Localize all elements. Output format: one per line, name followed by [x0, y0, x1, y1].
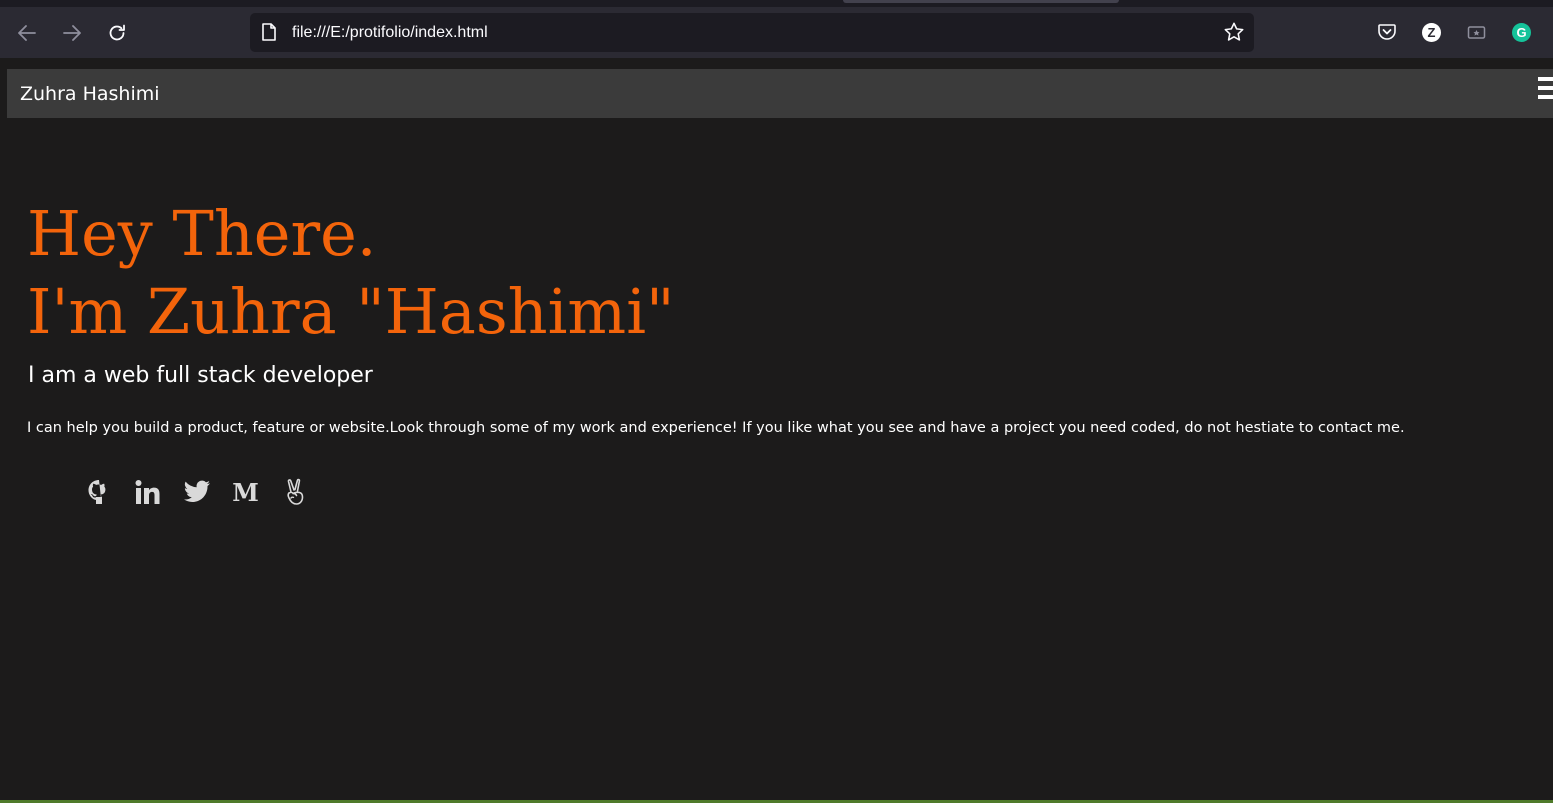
- browser-toolbar: file:///E:/protifolio/index.html Z G: [0, 0, 1553, 58]
- star-icon[interactable]: [1223, 21, 1245, 43]
- reload-button[interactable]: [102, 18, 132, 48]
- linkedin-link[interactable]: [123, 476, 172, 508]
- hero-title-line-2: I'm Zuhra "Hashimi": [27, 275, 675, 348]
- site-navbar: Zuhra Hashimi: [7, 69, 1553, 118]
- social-links: M: [74, 476, 319, 508]
- github-link[interactable]: [74, 476, 123, 508]
- pocket-icon: [1378, 24, 1396, 40]
- medium-icon: M: [232, 477, 259, 507]
- grammarly-icon[interactable]: G: [1512, 23, 1531, 42]
- arrow-right-icon: [63, 25, 81, 41]
- address-bar[interactable]: file:///E:/protifolio/index.html: [250, 13, 1254, 52]
- hamburger-line: [1538, 86, 1553, 90]
- extension-z-icon[interactable]: Z: [1422, 23, 1441, 42]
- tab-strip: [0, 0, 1553, 7]
- linkedin-icon: [135, 480, 159, 504]
- angellist-icon: [286, 478, 303, 505]
- page-icon: [262, 23, 276, 41]
- hero-description: I can help you build a product, feature …: [27, 420, 1405, 436]
- screenshot-extension-icon: [1467, 26, 1486, 39]
- arrow-left-icon: [18, 25, 36, 41]
- extension-screenshot-button[interactable]: [1466, 21, 1488, 43]
- github-icon: [88, 480, 105, 504]
- hamburger-line: [1538, 95, 1553, 99]
- angellist-link[interactable]: [270, 476, 319, 508]
- page-content: Zuhra Hashimi Hey There. I'm Zuhra "Hash…: [0, 58, 1553, 803]
- forward-button[interactable]: [57, 18, 87, 48]
- hamburger-menu-icon[interactable]: [1538, 77, 1553, 101]
- twitter-icon: [183, 480, 210, 502]
- pocket-button[interactable]: [1376, 21, 1398, 43]
- back-button[interactable]: [12, 18, 42, 48]
- active-tab[interactable]: [843, 0, 1119, 3]
- hero-title: Hey There. I'm Zuhra "Hashimi": [27, 195, 675, 351]
- medium-link[interactable]: M: [221, 476, 270, 508]
- reload-icon: [109, 24, 125, 41]
- hero-subtitle: I am a web full stack developer: [28, 363, 373, 388]
- url-text[interactable]: file:///E:/protifolio/index.html: [292, 23, 488, 43]
- site-brand[interactable]: Zuhra Hashimi: [20, 82, 160, 106]
- hamburger-line: [1538, 77, 1553, 81]
- twitter-link[interactable]: [172, 476, 221, 508]
- hero-title-line-1: Hey There.: [27, 197, 377, 270]
